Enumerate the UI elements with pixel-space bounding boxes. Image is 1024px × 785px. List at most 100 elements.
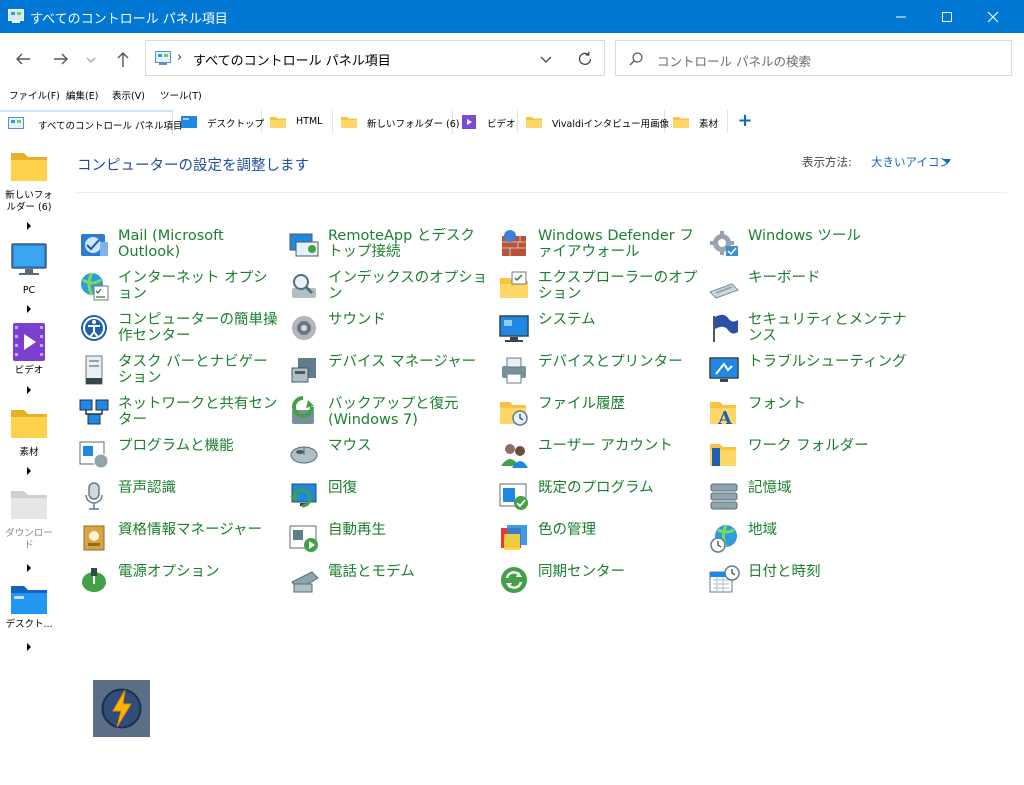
control-panel-item[interactable]: システム bbox=[498, 308, 703, 348]
control-panel-item[interactable]: Windows Defender ファイアウォール bbox=[498, 224, 703, 264]
control-panel-item[interactable]: デバイスとプリンター bbox=[498, 350, 703, 390]
control-panel-item[interactable]: ファイル履歴 bbox=[498, 392, 703, 432]
search-box[interactable]: コントロール パネルの検索 bbox=[615, 40, 1012, 76]
new-tab-plus-icon[interactable]: + bbox=[737, 112, 753, 130]
menu-tools[interactable]: ツール(T) bbox=[160, 88, 202, 102]
tab-desktop[interactable]: デスクトップ bbox=[173, 110, 264, 134]
control-panel-item[interactable]: エクスプローラーのオプション bbox=[498, 266, 703, 306]
control-panel-item[interactable]: 音声認識 bbox=[78, 476, 283, 516]
control-panel-item-label: トラブルシューティング bbox=[748, 354, 907, 370]
expand-caret-icon[interactable] bbox=[26, 305, 32, 313]
left-pane-item-video[interactable]: ビデオ bbox=[0, 323, 58, 395]
control-panel-item[interactable]: Windows ツール bbox=[708, 224, 913, 264]
tab-label: 新しいフォルダー (6) bbox=[367, 119, 460, 130]
tab-html[interactable]: HTML bbox=[262, 110, 333, 134]
refresh-icon[interactable] bbox=[576, 50, 594, 68]
menu-file[interactable]: ファイル(F) bbox=[9, 88, 60, 102]
control-panel-item[interactable]: A フォント bbox=[708, 392, 913, 432]
control-panel-item[interactable]: ネットワークと共有センター bbox=[78, 392, 283, 432]
control-panel-item[interactable]: 日付と時刻 bbox=[708, 560, 913, 600]
control-panel-item[interactable]: 自動再生 bbox=[288, 518, 493, 558]
up-arrow-icon[interactable] bbox=[112, 48, 134, 70]
view-by-dropdown[interactable]: 大きいアイコン bbox=[871, 154, 951, 170]
left-pane-item-downloads[interactable]: ダウンロード bbox=[0, 488, 58, 576]
mouse-icon bbox=[290, 446, 318, 464]
control-panel-item[interactable]: インターネット オプション bbox=[78, 266, 283, 306]
menu-edit[interactable]: 編集(E) bbox=[66, 88, 98, 102]
control-panel-item[interactable]: トラブルシューティング bbox=[708, 350, 913, 390]
control-panel-item[interactable]: 電話とモデム bbox=[288, 560, 493, 600]
expand-caret-icon[interactable] bbox=[26, 467, 32, 475]
folder-icon bbox=[11, 410, 47, 438]
control-panel-item-label: インターネット オプション bbox=[118, 270, 268, 302]
control-panel-item[interactable]: 既定のプログラム bbox=[498, 476, 703, 516]
back-arrow-icon[interactable] bbox=[12, 48, 34, 70]
maximize-button[interactable] bbox=[924, 0, 970, 33]
microphone-icon bbox=[85, 482, 103, 510]
control-panel-item[interactable]: 資格情報マネージャー bbox=[78, 518, 283, 558]
folder-icon bbox=[526, 117, 542, 128]
dropdown-caret-icon[interactable] bbox=[943, 159, 951, 164]
tab-vivaldi-images[interactable]: Vivaldiインタビュー用画像 bbox=[518, 110, 669, 134]
address-history-chevron-icon[interactable] bbox=[538, 51, 554, 67]
control-panel-item[interactable]: ワーク フォルダー bbox=[708, 434, 913, 474]
tab-new-folder[interactable]: 新しいフォルダー (6) bbox=[333, 110, 459, 134]
control-panel-item[interactable]: セキュリティとメンテナンス bbox=[708, 308, 913, 348]
control-panel-icon bbox=[155, 51, 171, 65]
control-panel-item[interactable]: コンピューターの簡単操作センター bbox=[78, 308, 283, 348]
forward-arrow-icon[interactable] bbox=[50, 48, 72, 70]
recent-locations-chevron-icon[interactable] bbox=[84, 48, 98, 70]
search-input[interactable]: コントロール パネルの検索 bbox=[657, 51, 811, 70]
breadcrumb-path[interactable]: すべてのコントロール パネル項目 bbox=[193, 50, 391, 69]
control-panel-item[interactable]: 電源オプション bbox=[78, 560, 283, 600]
control-panel-item-label: ワーク フォルダー bbox=[748, 438, 869, 454]
left-pane-item-materials[interactable]: 素材 bbox=[0, 407, 58, 479]
control-panel-item[interactable]: 同期センター bbox=[498, 560, 703, 600]
breadcrumb-separator-icon[interactable]: › bbox=[177, 50, 182, 65]
control-panel-item[interactable]: タスク バーとナビゲーション bbox=[78, 350, 283, 390]
control-panel-item[interactable]: 回復 bbox=[288, 476, 493, 516]
tab-label: ビデオ bbox=[487, 119, 516, 130]
control-panel-item-label: システム bbox=[538, 312, 596, 328]
minimize-button[interactable] bbox=[878, 0, 924, 33]
tab-video[interactable]: ビデオ bbox=[453, 110, 518, 134]
control-panel-item[interactable]: キーボード bbox=[708, 266, 913, 306]
lightning-app-tile[interactable] bbox=[93, 680, 150, 737]
control-panel-item[interactable]: デバイス マネージャー bbox=[288, 350, 493, 390]
menu-view[interactable]: 表示(V) bbox=[112, 88, 145, 102]
control-panel-item-label: Windows Defender ファイアウォール bbox=[538, 228, 694, 260]
control-panel-item[interactable]: Mail (Microsoft Outlook) bbox=[78, 224, 283, 264]
left-pane-item-pc[interactable]: PC bbox=[0, 243, 58, 315]
tab-materials[interactable]: 素材 bbox=[665, 110, 728, 134]
control-panel-item[interactable]: バックアップと復元 (Windows 7) bbox=[288, 392, 493, 432]
left-pane-item-desktop[interactable]: デスクト... bbox=[0, 583, 58, 655]
control-panel-item[interactable]: 記憶域 bbox=[708, 476, 913, 516]
close-button[interactable] bbox=[970, 0, 1016, 33]
printer-icon bbox=[502, 357, 526, 384]
control-panel-icon bbox=[8, 117, 24, 129]
control-panel-item[interactable]: マウス bbox=[288, 434, 493, 474]
control-panel-item[interactable]: ユーザー アカウント bbox=[498, 434, 703, 474]
expand-caret-icon[interactable] bbox=[26, 564, 32, 572]
breadcrumb-separator-icon[interactable]: › bbox=[369, 50, 374, 65]
control-panel-item[interactable]: 地域 bbox=[708, 518, 913, 558]
left-pane-label: PC bbox=[22, 285, 36, 296]
recovery-icon bbox=[290, 483, 317, 508]
expand-caret-icon[interactable] bbox=[26, 386, 32, 394]
expand-caret-icon[interactable] bbox=[26, 643, 32, 651]
expand-caret-icon[interactable] bbox=[26, 222, 32, 230]
control-panel-item[interactable]: インデックスのオプション bbox=[288, 266, 493, 306]
address-bar[interactable]: › すべてのコントロール パネル項目 › bbox=[145, 40, 605, 76]
left-pane-label: ダウンロード bbox=[5, 528, 53, 551]
tab-control-panel[interactable]: すべてのコントロール パネル項目 bbox=[0, 110, 182, 134]
folder-icon bbox=[673, 117, 689, 128]
control-panel-item-label: デバイスとプリンター bbox=[538, 354, 683, 370]
control-panel-item-label: キーボード bbox=[748, 270, 821, 286]
control-panel-item-label: ネットワークと共有センター bbox=[118, 396, 278, 428]
control-panel-item[interactable]: 色の管理 bbox=[498, 518, 703, 558]
folder-icon bbox=[270, 117, 286, 128]
left-pane-item-new-folder[interactable]: 新しいフォルダー (6) bbox=[0, 150, 58, 230]
control-panel-item[interactable]: プログラムと機能 bbox=[78, 434, 283, 474]
control-panel-item[interactable]: サウンド bbox=[288, 308, 493, 348]
control-panel-item[interactable]: RemoteApp とデスクトップ接続 bbox=[288, 224, 493, 264]
